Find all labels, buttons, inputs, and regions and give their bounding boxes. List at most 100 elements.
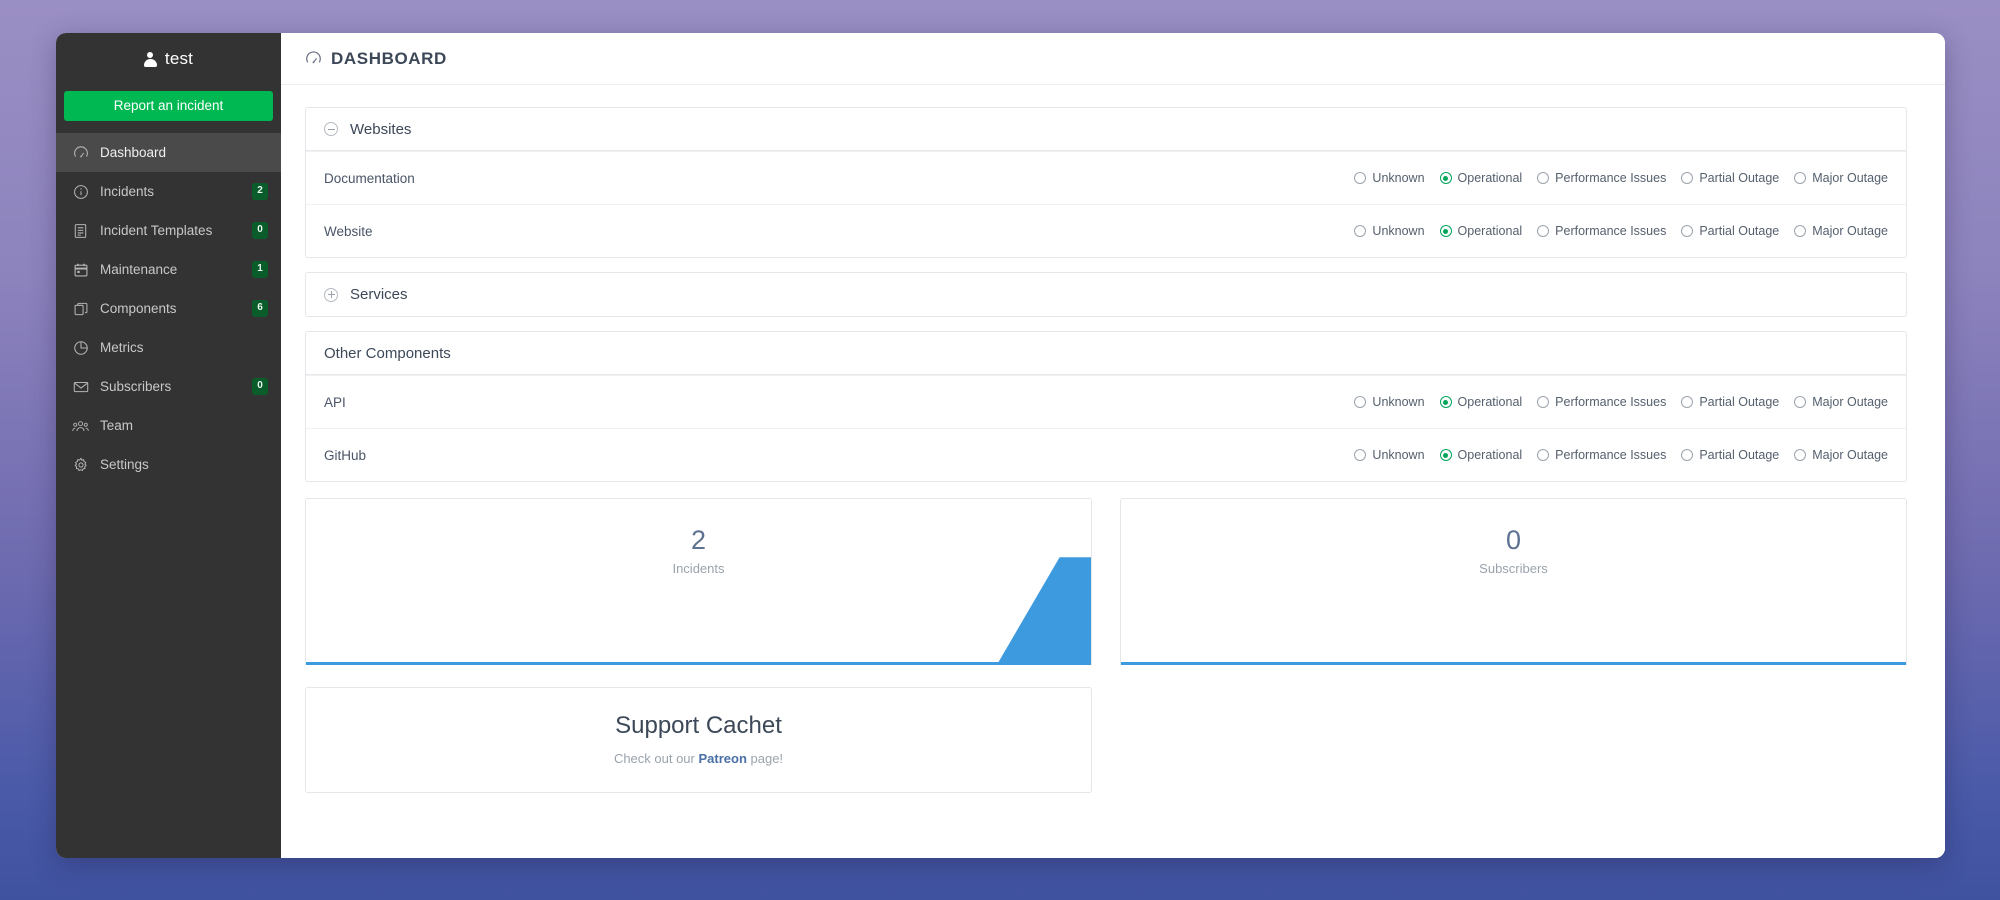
group-header: Other Components bbox=[306, 332, 1906, 375]
status-option-partial-outage[interactable]: Partial Outage bbox=[1681, 171, 1779, 185]
radio-icon[interactable] bbox=[1794, 172, 1807, 184]
sidebar-item-badge: 1 bbox=[252, 261, 268, 278]
expand-group-icon[interactable] bbox=[324, 287, 338, 302]
stat-cards: 2 Incidents 0 Subscribers bbox=[305, 498, 1907, 665]
stat-value: 0 bbox=[1505, 525, 1522, 555]
support-text-before: Check out our bbox=[613, 751, 699, 766]
sidebar-item-label: Team bbox=[100, 418, 134, 433]
status-option-label: Performance Issues bbox=[1555, 224, 1667, 238]
status-option-partial-outage[interactable]: Partial Outage bbox=[1681, 395, 1779, 409]
status-option-label: Operational bbox=[1457, 448, 1523, 462]
status-option-unknown[interactable]: Unknown bbox=[1354, 224, 1425, 238]
status-option-operational[interactable]: Operational bbox=[1439, 224, 1522, 238]
radio-icon[interactable] bbox=[1354, 396, 1367, 408]
patreon-link[interactable]: Patreon bbox=[698, 751, 746, 766]
sidebar-item-maintenance[interactable]: Maintenance 1 bbox=[56, 250, 281, 289]
support-cachet-card: Support Cachet Check out our Patreon pag… bbox=[305, 687, 1092, 793]
sidebar-item-subscribers[interactable]: Subscribers 0 bbox=[56, 367, 281, 406]
radio-icon[interactable] bbox=[1681, 449, 1694, 461]
info-circle-icon bbox=[72, 183, 89, 200]
radio-icon[interactable] bbox=[1681, 225, 1694, 237]
radio-icon[interactable] bbox=[1794, 449, 1807, 461]
status-option-partial-outage[interactable]: Partial Outage bbox=[1681, 448, 1779, 462]
radio-icon[interactable] bbox=[1439, 449, 1452, 461]
stat-card-incidents: 2 Incidents bbox=[305, 498, 1092, 665]
user-icon bbox=[143, 51, 157, 67]
radio-icon[interactable] bbox=[1681, 396, 1694, 408]
status-option-label: Partial Outage bbox=[1699, 171, 1780, 185]
status-option-operational[interactable]: Operational bbox=[1439, 448, 1523, 462]
status-option-major-outage[interactable]: Major Outage bbox=[1794, 171, 1888, 185]
status-option-label: Operational bbox=[1457, 171, 1523, 185]
status-option-operational[interactable]: Operational bbox=[1439, 395, 1522, 409]
sidebar-item-label: Dashboard bbox=[100, 145, 167, 160]
status-option-label: Major Outage bbox=[1812, 395, 1888, 409]
status-option-unknown[interactable]: Unknown bbox=[1354, 395, 1425, 409]
topbar: DASHBOARD bbox=[281, 33, 1945, 85]
radio-icon[interactable] bbox=[1537, 172, 1550, 184]
sidebar-item-team[interactable]: Team bbox=[56, 406, 281, 445]
stat-card-subscribers: 0 Subscribers bbox=[1120, 498, 1907, 665]
radio-icon[interactable] bbox=[1354, 172, 1367, 184]
sidebar-item-metrics[interactable]: Metrics bbox=[56, 328, 281, 367]
component-groups: Websites Documentation Unknown Operational P… bbox=[305, 107, 1907, 482]
component-group-services: Services bbox=[305, 272, 1907, 317]
sidebar-item-incident-templates[interactable]: Incident Templates 0 bbox=[56, 211, 281, 250]
status-option-performance-issues[interactable]: Performance Issues bbox=[1537, 395, 1666, 409]
sidebar-item-label: Incident Templates bbox=[100, 223, 213, 238]
sidebar-item-components[interactable]: Components 6 bbox=[56, 289, 281, 328]
dashboard-icon bbox=[72, 144, 89, 161]
report-an-incident-button[interactable]: Report an incident bbox=[64, 91, 273, 121]
component-status-group: Unknown Operational Performance Issues Part… bbox=[1354, 171, 1888, 185]
group-name: Services bbox=[350, 286, 408, 303]
sidebar-item-incidents[interactable]: Incidents 2 bbox=[56, 172, 281, 211]
component-name: Website bbox=[324, 223, 373, 239]
radio-icon[interactable] bbox=[1537, 449, 1550, 461]
status-option-major-outage[interactable]: Major Outage bbox=[1794, 224, 1888, 238]
status-option-label: Unknown bbox=[1372, 448, 1425, 462]
status-option-performance-issues[interactable]: Performance Issues bbox=[1537, 448, 1666, 462]
radio-icon[interactable] bbox=[1439, 225, 1452, 237]
status-option-unknown[interactable]: Unknown bbox=[1354, 171, 1425, 185]
status-option-operational[interactable]: Operational bbox=[1439, 171, 1523, 185]
copy-icon bbox=[72, 300, 89, 317]
calendar-icon bbox=[72, 261, 89, 278]
radio-icon[interactable] bbox=[1439, 172, 1452, 184]
collapse-group-icon[interactable] bbox=[324, 122, 338, 136]
stat-label: Incidents bbox=[672, 561, 725, 576]
gear-icon bbox=[72, 456, 89, 473]
status-option-major-outage[interactable]: Major Outage bbox=[1794, 395, 1888, 409]
status-option-unknown[interactable]: Unknown bbox=[1354, 448, 1425, 462]
brand-username: test bbox=[164, 49, 194, 68]
radio-icon[interactable] bbox=[1354, 225, 1367, 237]
status-option-label: Partial Outage bbox=[1699, 224, 1780, 238]
status-option-performance-issues[interactable]: Performance Issues bbox=[1537, 171, 1666, 185]
status-option-label: Performance Issues bbox=[1555, 395, 1667, 409]
users-icon bbox=[72, 417, 89, 434]
radio-icon[interactable] bbox=[1439, 396, 1452, 408]
sidebar-item-label: Incidents bbox=[100, 184, 155, 199]
component-name: Documentation bbox=[324, 170, 415, 186]
status-option-partial-outage[interactable]: Partial Outage bbox=[1681, 224, 1779, 238]
sidebar-item-settings[interactable]: Settings bbox=[56, 445, 281, 484]
group-name: Websites bbox=[350, 120, 412, 138]
group-header[interactable]: Websites bbox=[306, 108, 1906, 151]
status-option-major-outage[interactable]: Major Outage bbox=[1794, 448, 1888, 462]
group-header[interactable]: Services bbox=[306, 273, 1906, 316]
stat-value: 2 bbox=[690, 525, 707, 555]
status-option-performance-issues[interactable]: Performance Issues bbox=[1537, 224, 1666, 238]
sidebar-item-label: Components bbox=[100, 301, 177, 316]
radio-icon[interactable] bbox=[1681, 172, 1694, 184]
radio-icon[interactable] bbox=[1537, 396, 1550, 408]
sidebar-item-label: Settings bbox=[100, 457, 149, 472]
support-spacer bbox=[1120, 687, 1907, 793]
sidebar-item-dashboard[interactable]: Dashboard bbox=[56, 133, 281, 172]
radio-icon[interactable] bbox=[1354, 449, 1367, 461]
radio-icon[interactable] bbox=[1537, 225, 1550, 237]
radio-icon[interactable] bbox=[1794, 225, 1807, 237]
component-status-group: Unknown Operational Performance Issues Part… bbox=[1354, 395, 1888, 409]
support-row: Support Cachet Check out our Patreon pag… bbox=[305, 687, 1907, 793]
component-row: Documentation Unknown Operational Performan… bbox=[306, 151, 1906, 204]
sidebar-item-badge: 0 bbox=[252, 222, 268, 239]
radio-icon[interactable] bbox=[1794, 396, 1807, 408]
